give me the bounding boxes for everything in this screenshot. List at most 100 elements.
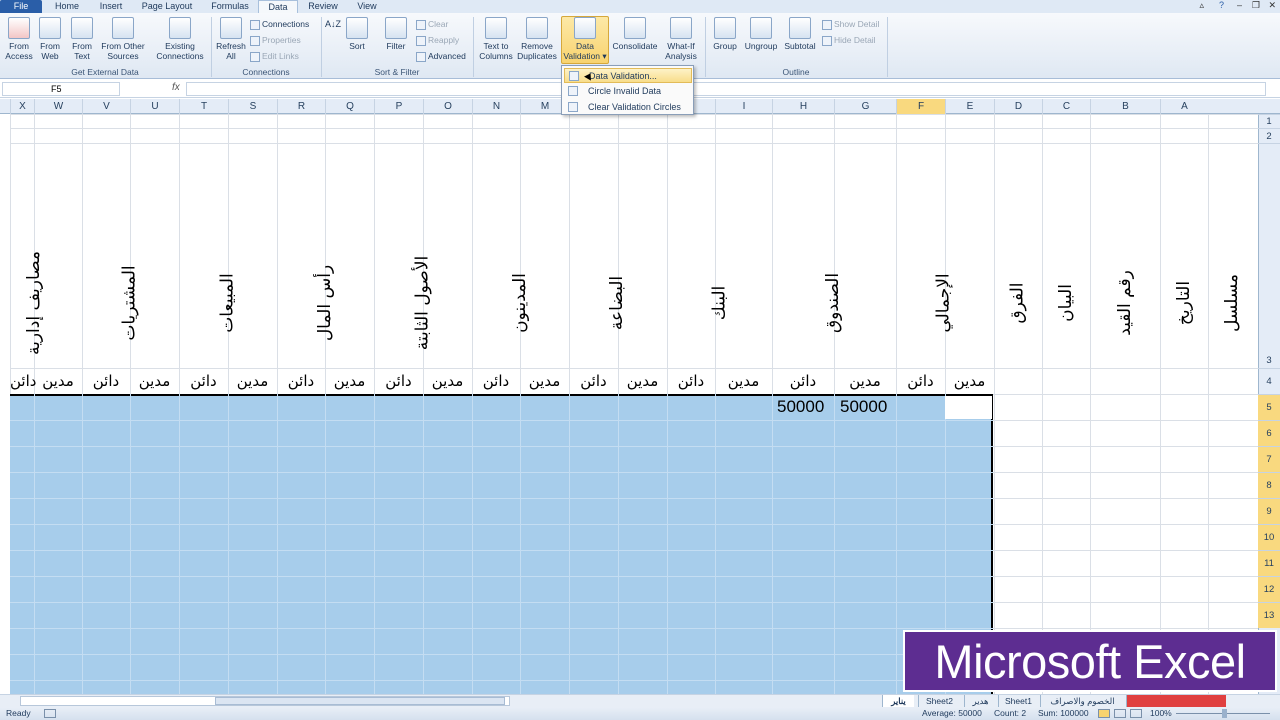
row-header-2[interactable]: 2 [1258, 128, 1280, 143]
column-header-s[interactable]: S [228, 99, 277, 114]
row-header-8[interactable]: 8 [1258, 472, 1280, 498]
group-button[interactable]: Group [708, 17, 742, 51]
cell-row4-debit[interactable]: مدين [34, 370, 82, 392]
menu-item-circle-invalid-data[interactable]: Circle Invalid Data [564, 84, 692, 99]
row-header-11[interactable]: 11 [1258, 550, 1280, 576]
selection-range[interactable] [10, 394, 993, 694]
sheet-tab-red[interactable] [1126, 695, 1226, 707]
filter-button[interactable]: Filter [382, 17, 410, 51]
column-header-w[interactable]: W [34, 99, 82, 114]
cell-i5[interactable]: 50000 [777, 397, 824, 417]
from-other-sources-button[interactable]: From Other Sources [100, 17, 146, 61]
column-header-e[interactable]: E [945, 99, 994, 114]
cell-row4-credit[interactable]: دائن [569, 370, 618, 392]
row-header-13[interactable]: 13 [1258, 602, 1280, 628]
column-header-n[interactable]: N [472, 99, 520, 114]
tab-review[interactable]: Review [302, 0, 344, 13]
cell-row4-credit[interactable]: دائن [374, 370, 423, 392]
cell-row4-debit[interactable]: مدين [325, 370, 374, 392]
insert-function-icon[interactable]: fx [172, 82, 180, 93]
what-if-analysis-button[interactable]: What-If Analysis [660, 17, 702, 61]
zoom-level[interactable]: 100% [1150, 707, 1172, 720]
scrollbar-thumb[interactable] [215, 697, 505, 705]
column-header-p[interactable]: P [374, 99, 423, 114]
normal-view-icon[interactable] [1098, 709, 1110, 718]
row-header-10[interactable]: 10 [1258, 524, 1280, 550]
cell-h5[interactable]: 50000 [840, 397, 887, 417]
from-text-button[interactable]: From Text [68, 17, 96, 61]
column-header-x[interactable]: X [10, 99, 34, 114]
advanced-button[interactable]: Advanced [416, 49, 466, 63]
row-header-12[interactable]: 12 [1258, 576, 1280, 602]
sheet-tab-hadeer[interactable]: هدير [964, 695, 996, 707]
reapply-button[interactable]: Reapply [416, 33, 459, 47]
sort-az-button[interactable]: A↓Z [324, 19, 342, 29]
column-header-d[interactable]: D [994, 99, 1042, 114]
tab-view[interactable]: View [348, 0, 386, 13]
data-validation-button[interactable]: Data Validation ▾ [561, 16, 609, 64]
sheet-tab-liabilities[interactable]: الخصوم والاصراف [1040, 695, 1124, 707]
show-detail-button[interactable]: Show Detail [822, 17, 879, 31]
row-header-5[interactable]: 5 [1258, 394, 1280, 420]
close-icon[interactable]: ✕ [1268, 0, 1276, 11]
sheet-tab-sheet2[interactable]: Sheet2 [918, 695, 960, 707]
cell-row4-credit[interactable]: دائن [277, 370, 325, 392]
cell-row4-debit[interactable]: مدين [130, 370, 179, 392]
cell-row4-credit[interactable]: دائن [82, 370, 130, 392]
row-header-9[interactable]: 9 [1258, 498, 1280, 524]
tab-page-layout[interactable]: Page Layout [136, 0, 198, 13]
row-header-1[interactable]: 1 [1258, 114, 1280, 128]
remove-duplicates-button[interactable]: Remove Duplicates [516, 17, 558, 61]
from-web-button[interactable]: From Web [36, 17, 64, 61]
tab-insert[interactable]: Insert [92, 0, 130, 13]
cell-row4-debit[interactable]: مدين [520, 370, 569, 392]
cell-row4-credit[interactable]: دائن [896, 370, 945, 392]
tab-formulas[interactable]: Formulas [204, 0, 256, 13]
column-header-h[interactable]: H [772, 99, 834, 114]
help-icon[interactable]: ? [1219, 0, 1224, 10]
sheet-tab-january[interactable]: يناير [882, 695, 914, 707]
from-access-button[interactable]: From Access [4, 17, 34, 61]
sheet-tab-sheet1[interactable]: Sheet1 [998, 695, 1038, 707]
sort-button[interactable]: Sort [344, 17, 370, 51]
ribbon-minimize-icon[interactable]: ▵ [1199, 0, 1204, 11]
row-header-3[interactable]: 3 [1258, 143, 1280, 368]
properties-button[interactable]: Properties [250, 33, 301, 47]
column-header-i[interactable]: I [715, 99, 772, 114]
menu-item-clear-validation-circles[interactable]: Clear Validation Circles [564, 100, 692, 115]
page-break-view-icon[interactable] [1130, 709, 1142, 718]
connections-button[interactable]: Connections [250, 17, 309, 31]
zoom-slider-thumb[interactable] [1222, 709, 1227, 718]
cell-row4-debit[interactable]: مدين [715, 370, 772, 392]
minimize-icon[interactable]: – [1237, 0, 1242, 10]
cell-row4-debit[interactable]: مدين [834, 370, 896, 392]
ungroup-button[interactable]: Ungroup [742, 17, 780, 51]
refresh-all-button[interactable]: Refresh All [214, 17, 248, 61]
edit-links-button[interactable]: Edit Links [250, 49, 299, 63]
cell-row4-credit[interactable]: دائن [179, 370, 228, 392]
clear-button[interactable]: Clear [416, 17, 448, 31]
page-layout-view-icon[interactable] [1114, 709, 1126, 718]
cell-row4-debit[interactable]: مدين [228, 370, 277, 392]
formula-input[interactable] [186, 82, 1266, 96]
tab-data[interactable]: Data [258, 0, 298, 14]
name-box[interactable]: F5 [2, 82, 120, 96]
column-header-v[interactable]: V [82, 99, 130, 114]
subtotal-button[interactable]: Subtotal [782, 17, 818, 51]
column-header-t[interactable]: T [179, 99, 228, 114]
column-header-g[interactable]: G [834, 99, 896, 114]
cell-row4-credit[interactable]: دائن [10, 370, 36, 392]
macro-record-icon[interactable] [44, 709, 56, 718]
cell-row4-debit[interactable]: مدين [945, 370, 994, 392]
row-header-6[interactable]: 6 [1258, 420, 1280, 446]
cell-row4-debit[interactable]: مدين [618, 370, 667, 392]
text-to-columns-button[interactable]: Text to Columns [476, 17, 516, 61]
existing-connections-button[interactable]: Existing Connections [154, 17, 206, 61]
hide-detail-button[interactable]: Hide Detail [822, 33, 876, 47]
column-header-f[interactable]: F [896, 99, 945, 114]
cell-row4-debit[interactable]: مدين [423, 370, 472, 392]
row-header-4[interactable]: 4 [1258, 368, 1280, 394]
column-header-o[interactable]: O [423, 99, 472, 114]
restore-icon[interactable]: ❐ [1252, 0, 1260, 11]
cell-row4-credit[interactable]: دائن [667, 370, 715, 392]
